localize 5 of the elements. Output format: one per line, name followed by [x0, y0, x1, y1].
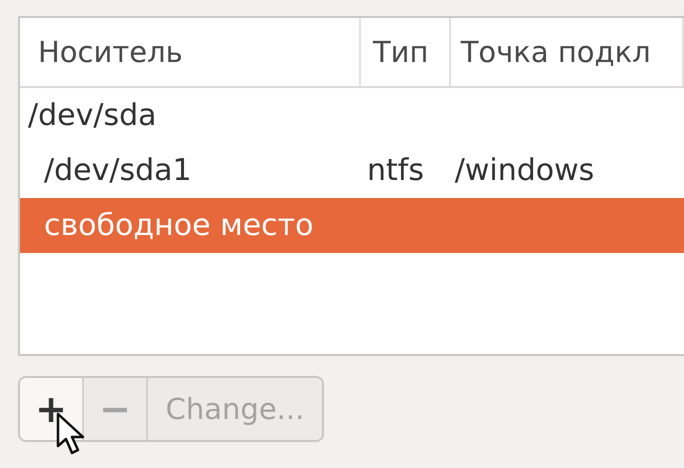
column-header[interactable]: Тип	[360, 18, 451, 86]
table-row[interactable]: /dev/sda	[20, 88, 684, 143]
table-row[interactable]: /dev/sda1 ntfs /windows	[20, 143, 684, 198]
column-header[interactable]: Точка подкл	[450, 18, 684, 86]
column-header[interactable]: Носитель	[20, 18, 361, 86]
